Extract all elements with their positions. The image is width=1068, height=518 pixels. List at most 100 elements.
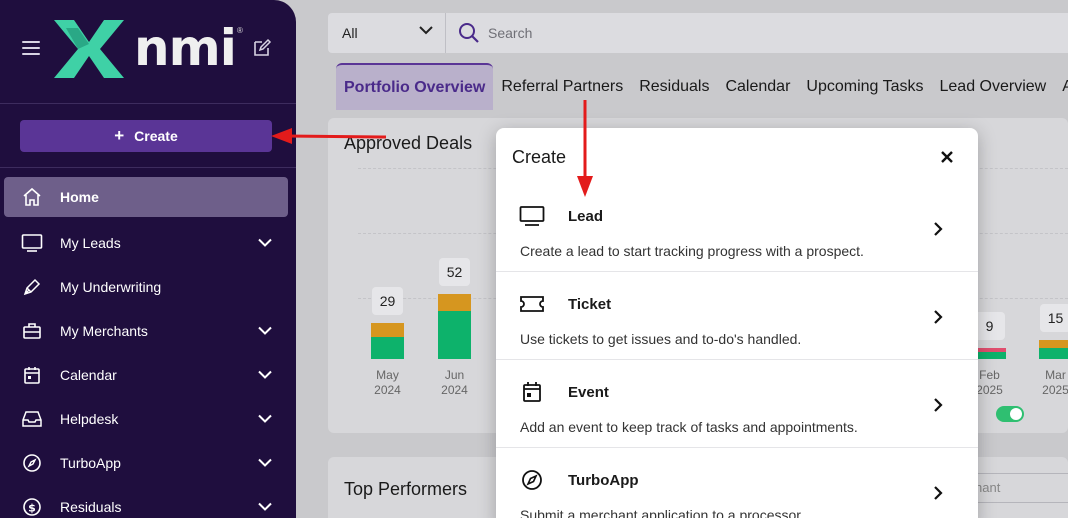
tab-upcoming-tasks[interactable]: Upcoming Tasks bbox=[798, 63, 931, 110]
monitor-icon bbox=[518, 202, 546, 230]
chart-toggle[interactable] bbox=[996, 406, 1024, 422]
chart-value-label: 15 bbox=[1040, 304, 1068, 332]
chevron-down-icon[interactable] bbox=[258, 414, 272, 424]
chevron-down-icon[interactable] bbox=[258, 502, 272, 512]
chart-bar bbox=[371, 323, 404, 359]
chevron-right-icon bbox=[934, 222, 943, 236]
calendar-icon bbox=[20, 363, 44, 387]
chevron-down-icon[interactable] bbox=[258, 326, 272, 336]
chevron-down-icon[interactable] bbox=[258, 238, 272, 248]
sidebar-item-home[interactable]: Home bbox=[4, 177, 288, 217]
chart-bar-segment bbox=[438, 311, 471, 359]
tab-lead-overview[interactable]: Lead Overview bbox=[932, 63, 1055, 110]
option-name: TurboApp bbox=[568, 472, 639, 489]
sidebar-item-my-merchants[interactable]: My Merchants bbox=[4, 309, 288, 353]
chart-x-tick-text: 2024 bbox=[441, 383, 468, 397]
sidebar-item-my-underwriting[interactable]: My Underwriting bbox=[4, 265, 288, 309]
option-name: Lead bbox=[568, 208, 604, 225]
chevron-right-icon bbox=[934, 398, 943, 412]
edit-icon[interactable] bbox=[252, 38, 272, 58]
chart-x-tick-label: May 2024 bbox=[365, 368, 410, 398]
card-title: Approved Deals bbox=[344, 133, 473, 153]
sidebar-item-residuals[interactable]: $ Residuals bbox=[4, 485, 288, 518]
search-bar: All bbox=[328, 13, 1068, 53]
sidebar: nmi ® + Create Home My Leads My Underwri… bbox=[0, 0, 296, 518]
home-icon bbox=[20, 185, 44, 209]
compass-icon bbox=[518, 466, 546, 494]
sidebar-item-label: Home bbox=[60, 189, 99, 205]
tab-residuals[interactable]: Residuals bbox=[631, 63, 717, 110]
create-button[interactable]: + Create bbox=[20, 120, 272, 152]
chart-x-tick-text: Jun bbox=[444, 368, 465, 382]
reg-mark: ® bbox=[237, 26, 243, 35]
sidebar-item-helpdesk[interactable]: Helpdesk bbox=[4, 397, 288, 441]
chart-x-tick-text: Mar bbox=[1045, 368, 1066, 382]
sidebar-item-calendar[interactable]: Calendar bbox=[4, 353, 288, 397]
sidebar-nav: Home My Leads My Underwriting My Merchan… bbox=[4, 177, 288, 518]
plus-icon: + bbox=[114, 126, 125, 145]
chart-x-tick-text: 2024 bbox=[374, 383, 401, 397]
tab-referral-partners[interactable]: Referral Partners bbox=[493, 63, 631, 110]
sidebar-item-my-leads[interactable]: My Leads bbox=[4, 221, 288, 265]
create-option-turboapp[interactable]: TurboApp Submit a merchant application t… bbox=[496, 448, 978, 518]
briefcase-icon bbox=[20, 319, 44, 343]
tab-overflow[interactable]: A bbox=[1054, 63, 1068, 110]
calendar-icon bbox=[518, 378, 546, 406]
nmi-logo-mark bbox=[54, 20, 124, 78]
chart-x-tick-label: Mar 2025 bbox=[1033, 368, 1068, 398]
option-description: Use tickets to get issues and to-do's ha… bbox=[520, 331, 802, 347]
create-option-event[interactable]: Event Add an event to keep track of task… bbox=[496, 360, 978, 448]
tab-portfolio-overview[interactable]: Portfolio Overview bbox=[336, 63, 494, 110]
option-name: Event bbox=[568, 384, 609, 401]
sidebar-item-label: My Merchants bbox=[60, 323, 148, 339]
chevron-down-icon[interactable] bbox=[258, 458, 272, 468]
chart-x-tick-label: Jun 2024 bbox=[432, 368, 477, 398]
option-description: Add an event to keep track of tasks and … bbox=[520, 419, 858, 435]
monitor-icon bbox=[20, 231, 44, 255]
create-option-ticket[interactable]: Ticket Use tickets to get issues and to-… bbox=[496, 272, 978, 360]
hamburger-menu-icon[interactable] bbox=[22, 41, 40, 55]
chart-bar bbox=[438, 294, 471, 359]
close-icon[interactable] bbox=[940, 150, 954, 164]
dollar-icon: $ bbox=[20, 495, 44, 518]
compass-icon bbox=[20, 451, 44, 475]
chart-bar bbox=[1039, 340, 1068, 359]
chart-value-label: 29 bbox=[372, 287, 403, 315]
search-input[interactable] bbox=[488, 21, 888, 45]
chart-value-label: 52 bbox=[439, 258, 470, 286]
card-title: Top Performers bbox=[344, 479, 468, 499]
chart-bar-segment bbox=[371, 337, 404, 359]
search-icon bbox=[459, 23, 479, 43]
chart-bar-segment bbox=[1039, 340, 1068, 348]
modal-title: Create bbox=[512, 147, 567, 167]
tab-calendar[interactable]: Calendar bbox=[717, 63, 798, 110]
option-description: Submit a merchant application to a proce… bbox=[520, 507, 805, 518]
create-button-label: Create bbox=[134, 128, 178, 144]
merchant-filter-input[interactable]: hant bbox=[968, 473, 1068, 503]
chart-value-label: 9 bbox=[974, 312, 1005, 340]
tab-bar: Portfolio Overview Referral Partners Res… bbox=[336, 63, 1068, 110]
chart-bar-segment bbox=[1039, 348, 1068, 359]
chart-bar-segment bbox=[371, 323, 404, 337]
chevron-right-icon bbox=[934, 486, 943, 500]
option-name: Ticket bbox=[568, 296, 612, 313]
chevron-right-icon bbox=[934, 310, 943, 324]
option-description: Create a lead to start tracking progress… bbox=[520, 243, 864, 259]
sidebar-item-label: Helpdesk bbox=[60, 411, 119, 427]
ticket-icon bbox=[518, 290, 546, 318]
sidebar-item-label: TurboApp bbox=[60, 455, 121, 471]
logo-text: nmi bbox=[134, 19, 237, 77]
sidebar-item-label: My Underwriting bbox=[60, 279, 162, 295]
create-modal: Create Lead Create a lead to start track… bbox=[496, 128, 978, 518]
chart-x-tick-text: 2025 bbox=[1042, 383, 1068, 397]
search-filter-value: All bbox=[342, 25, 358, 41]
inbox-icon bbox=[20, 407, 44, 431]
sidebar-item-turboapp[interactable]: TurboApp bbox=[4, 441, 288, 485]
chart-bar-segment bbox=[438, 294, 471, 311]
sidebar-item-label: Calendar bbox=[60, 367, 117, 383]
svg-text:$: $ bbox=[28, 502, 36, 515]
search-filter-select[interactable]: All bbox=[328, 13, 446, 53]
create-option-lead[interactable]: Lead Create a lead to start tracking pro… bbox=[496, 184, 978, 272]
chevron-down-icon[interactable] bbox=[258, 370, 272, 380]
sidebar-header: nmi ® bbox=[0, 0, 296, 104]
